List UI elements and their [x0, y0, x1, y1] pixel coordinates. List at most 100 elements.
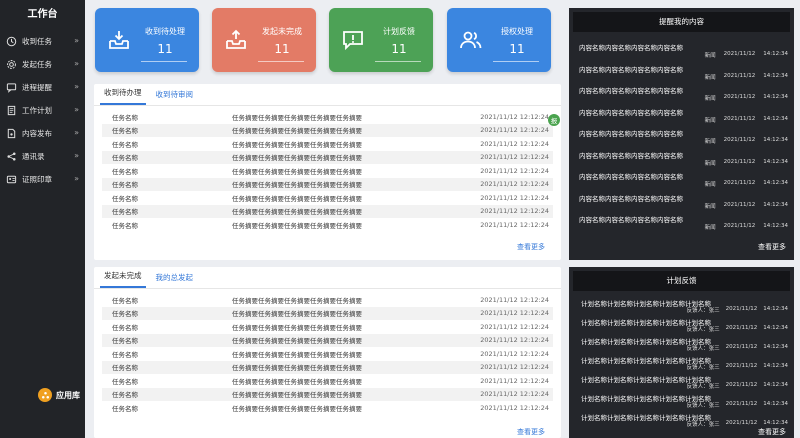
- table-row[interactable]: 任务名称 任务摘要任务摘要任务摘要任务摘要任务摘要 2021/11/12 12:12…: [102, 191, 553, 205]
- list-item[interactable]: 计划名称计划名称计划名称计划名称计划名称 反馈人：张三 2021/11/12 14:1…: [569, 353, 794, 372]
- list-item[interactable]: 内容名称内容名称内容名称内容名称 新闻 2021/11/12 14:12:34: [569, 210, 794, 232]
- reminder-time: 14:12:34: [763, 72, 788, 79]
- list-item[interactable]: 内容名称内容名称内容名称内容名称 新闻 2021/11/12 14:12:34: [569, 124, 794, 146]
- reminder-time: 14:12:34: [763, 158, 788, 165]
- task-name: 任务名称: [112, 404, 138, 413]
- chevron-right-icon: »: [74, 174, 79, 183]
- list-item[interactable]: 计划名称计划名称计划名称计划名称计划名称 反馈人：张三 2021/11/12 14:1…: [569, 372, 794, 391]
- tab-received-to-handle[interactable]: 收到待办理: [100, 87, 146, 105]
- plan-date: 2021/11/12: [725, 363, 758, 369]
- table-row[interactable]: 任务名称 任务摘要任务摘要任务摘要任务摘要任务摘要 2021/11/12 12:12…: [102, 204, 553, 218]
- plan-feedback-person: 反馈人：张三: [686, 365, 720, 371]
- table-row[interactable]: 任务名称 任务摘要任务摘要任务摘要任务摘要任务摘要 2021/11/12 12:12…: [102, 374, 553, 388]
- sidebar-item-label: 证照印章: [22, 175, 52, 184]
- report-badge[interactable]: 报: [548, 114, 560, 126]
- task-summary: 任务摘要任务摘要任务摘要任务摘要任务摘要: [232, 296, 362, 305]
- table-row[interactable]: 任务名称 任务摘要任务摘要任务摘要任务摘要任务摘要 2021/11/12 12:12…: [102, 293, 553, 307]
- plan-feedback-view-more-link[interactable]: 查看更多: [758, 427, 786, 437]
- table-row[interactable]: 任务名称 任务摘要任务摘要任务摘要任务摘要任务摘要 2021/11/12 12:12…: [102, 123, 553, 137]
- task-time: 2021/11/12 12:12:24: [480, 390, 549, 399]
- card-authorization[interactable]: 授权处理 11: [447, 8, 551, 72]
- card-plan-feedback[interactable]: 计划反馈 11: [329, 8, 433, 72]
- tab-my-initiated[interactable]: 我的总发起: [152, 272, 198, 288]
- sidebar-item-licenses-seals[interactable]: 证照印章 »: [0, 168, 85, 191]
- task-time: 2021/11/12 12:12:24: [480, 207, 549, 216]
- initiated-view-more-link[interactable]: 查看更多: [517, 427, 545, 437]
- task-time: 2021/11/12 12:12:24: [480, 403, 549, 412]
- list-item[interactable]: 内容名称内容名称内容名称内容名称 新闻 2021/11/12 14:12:34: [569, 189, 794, 211]
- list-item[interactable]: 内容名称内容名称内容名称内容名称 新闻 2021/11/12 14:12:34: [569, 60, 794, 82]
- reminders-list: 内容名称内容名称内容名称内容名称 新闻 2021/11/12 14:12:34 内容名…: [569, 32, 794, 232]
- table-row[interactable]: 任务名称 任务摘要任务摘要任务摘要任务摘要任务摘要 2021/11/12 12:12…: [102, 320, 553, 334]
- reminder-meta: 新闻 2021/11/12 14:12:34: [705, 116, 788, 124]
- table-row[interactable]: 任务名称 任务摘要任务摘要任务摘要任务摘要任务摘要 2021/11/12 12:12…: [102, 137, 553, 151]
- card-label: 授权处理: [501, 27, 533, 36]
- list-item[interactable]: 内容名称内容名称内容名称内容名称 新闻 2021/11/12 14:12:34: [569, 81, 794, 103]
- table-row[interactable]: 任务名称 任务摘要任务摘要任务摘要任务摘要任务摘要 2021/11/12 12:12…: [102, 110, 553, 124]
- task-summary: 任务摘要任务摘要任务摘要任务摘要任务摘要: [232, 404, 362, 413]
- task-summary: 任务摘要任务摘要任务摘要任务摘要任务摘要: [232, 323, 362, 332]
- reminders-view-more-link[interactable]: 查看更多: [758, 242, 786, 252]
- card-initiated-incomplete[interactable]: 发起未完成 11: [212, 8, 316, 72]
- list-item[interactable]: 计划名称计划名称计划名称计划名称计划名称 反馈人：张三 2021/11/12 14:1…: [569, 296, 794, 315]
- list-item[interactable]: 内容名称内容名称内容名称内容名称 新闻 2021/11/12 14:12:34: [569, 146, 794, 168]
- list-item[interactable]: 内容名称内容名称内容名称内容名称 新闻 2021/11/12 14:12:34: [569, 38, 794, 60]
- app-library-button[interactable]: 应用库: [38, 388, 80, 402]
- reminder-meta: 新闻 2021/11/12 14:12:34: [705, 51, 788, 59]
- task-time: 2021/11/12 12:12:24: [480, 336, 549, 345]
- plan-feedback-person: 反馈人：张三: [686, 422, 720, 428]
- sidebar-item-work-plan[interactable]: 工作计划 »: [0, 99, 85, 122]
- inbox-icon: [109, 31, 129, 49]
- tab-received-to-review[interactable]: 收到待审阅: [152, 89, 198, 105]
- table-row[interactable]: 任务名称 任务摘要任务摘要任务摘要任务摘要任务摘要 2021/11/12 12:12…: [102, 333, 553, 347]
- table-row[interactable]: 任务名称 任务摘要任务摘要任务摘要任务摘要任务摘要 2021/11/12 12:12…: [102, 150, 553, 164]
- table-row[interactable]: 任务名称 任务摘要任务摘要任务摘要任务摘要任务摘要 2021/11/12 12:12…: [102, 347, 553, 361]
- plan-date: 2021/11/12: [725, 344, 758, 350]
- sidebar: 工作台 收到任务 » 发起任务 » 进程提醒 » 工作计划 » 内容发布 » 通…: [0, 0, 85, 438]
- list-item[interactable]: 计划名称计划名称计划名称计划名称计划名称 反馈人：张三 2021/11/12 14:1…: [569, 315, 794, 334]
- table-row[interactable]: 任务名称 任务摘要任务摘要任务摘要任务摘要任务摘要 2021/11/12 12:12…: [102, 401, 553, 415]
- list-item[interactable]: 内容名称内容名称内容名称内容名称 新闻 2021/11/12 14:12:34: [569, 103, 794, 125]
- reminder-tag: 新闻: [704, 139, 716, 145]
- app-library-label: 应用库: [56, 390, 80, 400]
- list-item[interactable]: 内容名称内容名称内容名称内容名称 新闻 2021/11/12 14:12:34: [569, 167, 794, 189]
- sidebar-item-content-publish[interactable]: 内容发布 »: [0, 122, 85, 145]
- plan-feedback-panel: 计划反馈 计划名称计划名称计划名称计划名称计划名称 反馈人：张三 2021/11/1…: [569, 267, 794, 438]
- table-row[interactable]: 任务名称 任务摘要任务摘要任务摘要任务摘要任务摘要 2021/11/12 12:12…: [102, 177, 553, 191]
- user-card-icon: [5, 174, 17, 186]
- task-summary: 任务摘要任务摘要任务摘要任务摘要任务摘要: [232, 337, 362, 346]
- plan-feedback-person: 反馈人：张三: [686, 308, 720, 314]
- reminder-tag: 新闻: [704, 225, 716, 231]
- reminder-tag: 新闻: [704, 203, 716, 210]
- list-item[interactable]: 计划名称计划名称计划名称计划名称计划名称 反馈人：张三 2021/11/12 14:1…: [569, 334, 794, 353]
- card-divider: [141, 61, 187, 62]
- task-time: 2021/11/12 12:12:24: [480, 153, 549, 162]
- reminder-meta: 新闻 2021/11/12 14:12:34: [705, 202, 788, 210]
- task-name: 任务名称: [112, 208, 138, 217]
- table-row[interactable]: 任务名称 任务摘要任务摘要任务摘要任务摘要任务摘要 2021/11/12 12:12…: [102, 306, 553, 320]
- table-row[interactable]: 任务名称 任务摘要任务摘要任务摘要任务摘要任务摘要 2021/11/12 12:12…: [102, 164, 553, 178]
- reminder-meta: 新闻 2021/11/12 14:12:34: [705, 223, 788, 231]
- card-divider: [258, 61, 304, 62]
- table-row[interactable]: 任务名称 任务摘要任务摘要任务摘要任务摘要任务摘要 2021/11/12 12:12…: [102, 360, 553, 374]
- reminder-time: 14:12:34: [763, 137, 788, 143]
- initiated-tasks-panel: 发起未完成 我的总发起 任务名称 任务摘要任务摘要任务摘要任务摘要任务摘要 2021…: [94, 267, 561, 438]
- reminders-panel: 提醒我的内容 内容名称内容名称内容名称内容名称 新闻 2021/11/12 14:12…: [569, 8, 794, 260]
- card-received-pending[interactable]: 收到待处理 11: [95, 8, 199, 72]
- reminder-date: 2021/11/12: [723, 158, 756, 165]
- gear-icon: [5, 59, 17, 71]
- initiated-task-list: 任务名称 任务摘要任务摘要任务摘要任务摘要任务摘要 2021/11/12 12:12…: [94, 289, 561, 415]
- table-row[interactable]: 任务名称 任务摘要任务摘要任务摘要任务摘要任务摘要 2021/11/12 12:12…: [102, 387, 553, 401]
- task-time: 2021/11/12 12:12:24: [480, 126, 549, 135]
- list-item[interactable]: 计划名称计划名称计划名称计划名称计划名称 反馈人：张三 2021/11/12 14:1…: [569, 391, 794, 410]
- task-time: 2021/11/12 12:12:24: [480, 349, 549, 358]
- tab-initiated-incomplete[interactable]: 发起未完成: [100, 270, 146, 288]
- reminder-meta: 新闻 2021/11/12 14:12:34: [705, 137, 788, 145]
- sidebar-item-received-tasks[interactable]: 收到任务 »: [0, 30, 85, 53]
- received-view-more-link[interactable]: 查看更多: [517, 242, 545, 252]
- sidebar-item-contacts[interactable]: 通讯录 »: [0, 145, 85, 168]
- sidebar-item-initiate-tasks[interactable]: 发起任务 »: [0, 53, 85, 76]
- sidebar-item-progress-reminders[interactable]: 进程提醒 »: [0, 76, 85, 99]
- task-name: 任务名称: [112, 167, 138, 176]
- table-row[interactable]: 任务名称 任务摘要任务摘要任务摘要任务摘要任务摘要 2021/11/12 12:12…: [102, 218, 553, 232]
